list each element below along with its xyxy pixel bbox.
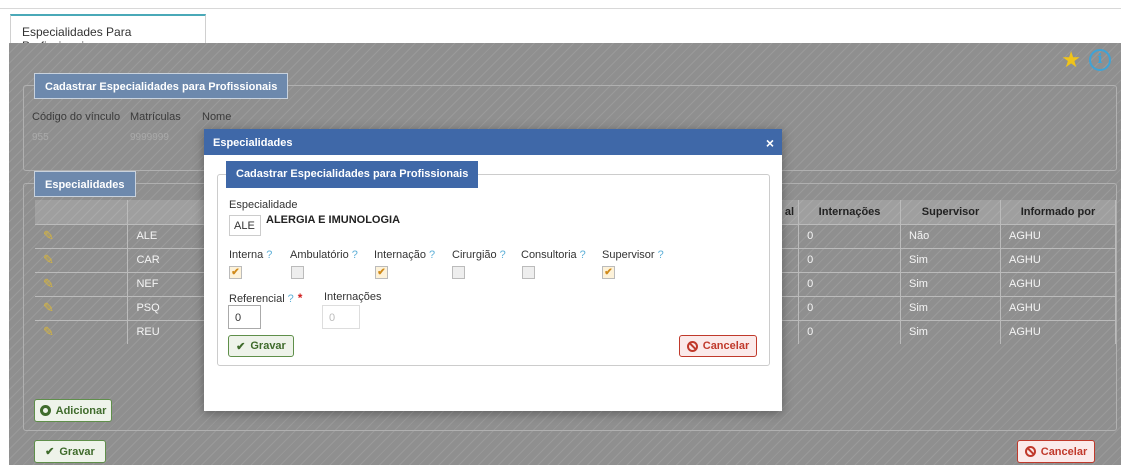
save-button[interactable]: ✔ Gravar	[34, 440, 106, 463]
help-icon[interactable]: ?	[580, 249, 586, 261]
ban-icon	[686, 340, 698, 352]
tab-bar: Especialidades Para Profissionais×	[0, 0, 1121, 53]
modal-header: Especialidades ×	[204, 129, 782, 155]
especialidade-name: ALERGIA E IMUNOLOGIA	[266, 214, 401, 226]
top-icons: ★ i	[1061, 49, 1111, 71]
especialidade-code-field[interactable]: ALE	[229, 215, 261, 236]
check-icon: ✔	[45, 446, 55, 458]
close-icon[interactable]: ×	[766, 129, 774, 157]
checkbox-consultoria[interactable]	[522, 266, 535, 279]
pencil-icon[interactable]: ✎	[43, 252, 54, 267]
modal-save-button[interactable]: ✔ Gravar	[228, 335, 294, 357]
check-label-supervisor: Supervisor?	[602, 249, 664, 261]
especialidades-modal: Especialidades × Cadastrar Especialidade…	[204, 129, 782, 411]
referencial-input[interactable]: 0	[228, 305, 261, 329]
plus-circle-icon	[39, 405, 51, 416]
cell-supervisor: Sim	[900, 319, 1001, 344]
cell-supervisor: Não	[900, 223, 1001, 248]
cell-informado: AGHU	[1000, 247, 1116, 272]
especialidade-label: Especialidade	[229, 199, 298, 211]
tab-especialidades[interactable]: Especialidades Para Profissionais×	[10, 14, 206, 53]
checkbox-internacao[interactable]: ✔	[375, 266, 388, 279]
pencil-icon[interactable]: ✎	[43, 228, 54, 243]
cell-informado: AGHU	[1000, 223, 1116, 248]
col-informado-por[interactable]: Informado por	[1000, 200, 1116, 224]
modal-fieldset: Cadastrar Especialidades para Profission…	[217, 161, 770, 366]
help-icon[interactable]: ?	[658, 249, 664, 261]
checkbox-supervisor[interactable]: ✔	[602, 266, 615, 279]
help-icon[interactable]: ?	[266, 249, 272, 261]
cell-supervisor: Sim	[900, 295, 1001, 320]
col-supervisor[interactable]: Supervisor	[900, 200, 1001, 224]
info-icon[interactable]: i	[1089, 49, 1111, 71]
help-icon[interactable]: ?	[352, 249, 358, 261]
check-icon: ✔	[236, 340, 246, 353]
checkbox-ambulatorio[interactable]	[291, 266, 304, 279]
modal-cancel-button[interactable]: Cancelar	[679, 335, 757, 357]
referencial-label: Referencial? *	[229, 291, 303, 305]
cell-internacoes: 0	[798, 271, 902, 296]
codigo-label: Código do vínculo	[32, 111, 121, 123]
pencil-icon[interactable]: ✎	[43, 300, 54, 315]
cell-supervisor: Sim	[900, 271, 1001, 296]
pencil-icon[interactable]: ✎	[43, 276, 54, 291]
required-mark: *	[297, 291, 303, 305]
cell-supervisor: Sim	[900, 247, 1001, 272]
add-label: Adicionar	[55, 404, 107, 417]
profissional-legend: Cadastrar Especialidades para Profission…	[34, 73, 289, 99]
ban-icon	[1024, 446, 1036, 457]
modal-save-label: Gravar	[250, 340, 286, 352]
cancel-label: Cancelar	[1040, 445, 1088, 458]
cell-informado: AGHU	[1000, 319, 1116, 344]
check-label-interna: Interna?	[229, 249, 273, 261]
tab-bar-line	[0, 8, 1121, 9]
cell-internacoes: 0	[798, 319, 902, 344]
help-icon[interactable]: ?	[429, 249, 435, 261]
modal-cancel-label: Cancelar	[702, 340, 750, 352]
nome-label: Nome	[202, 111, 232, 123]
checkbox-interna[interactable]: ✔	[229, 266, 242, 279]
cell-internacoes: 0	[798, 223, 902, 248]
col-actions	[35, 200, 129, 224]
cell-informado: AGHU	[1000, 271, 1116, 296]
save-label: Gravar	[59, 445, 95, 458]
cell-internacoes: 0	[798, 247, 902, 272]
star-icon[interactable]: ★	[1061, 49, 1081, 71]
pencil-icon[interactable]: ✎	[43, 324, 54, 339]
modal-legend: Cadastrar Especialidades para Profission…	[226, 161, 479, 188]
checkbox-cirurgiao[interactable]	[452, 266, 465, 279]
codigo-value: 955	[32, 132, 49, 143]
check-label-ambulatorio: Ambulatório?	[290, 249, 358, 261]
cell-informado: AGHU	[1000, 295, 1116, 320]
check-label-consultoria: Consultoria?	[521, 249, 586, 261]
matriculas-value: 9999999	[130, 132, 169, 143]
help-icon[interactable]: ?	[288, 293, 294, 305]
help-icon[interactable]: ?	[500, 249, 506, 261]
matriculas-label: Matrículas	[130, 111, 181, 123]
internacoes-label: Internações	[324, 291, 382, 303]
cell-internacoes: 0	[798, 295, 902, 320]
modal-title: Especialidades	[213, 137, 293, 149]
especialidades-legend: Especialidades	[34, 171, 136, 197]
add-button[interactable]: Adicionar	[34, 399, 112, 422]
cancel-button[interactable]: Cancelar	[1017, 440, 1095, 463]
internacoes-input: 0	[322, 305, 360, 329]
col-internacoes[interactable]: Internações	[798, 200, 902, 224]
check-label-cirurgiao: Cirurgião?	[452, 249, 506, 261]
check-label-internacao: Internação?	[374, 249, 436, 261]
